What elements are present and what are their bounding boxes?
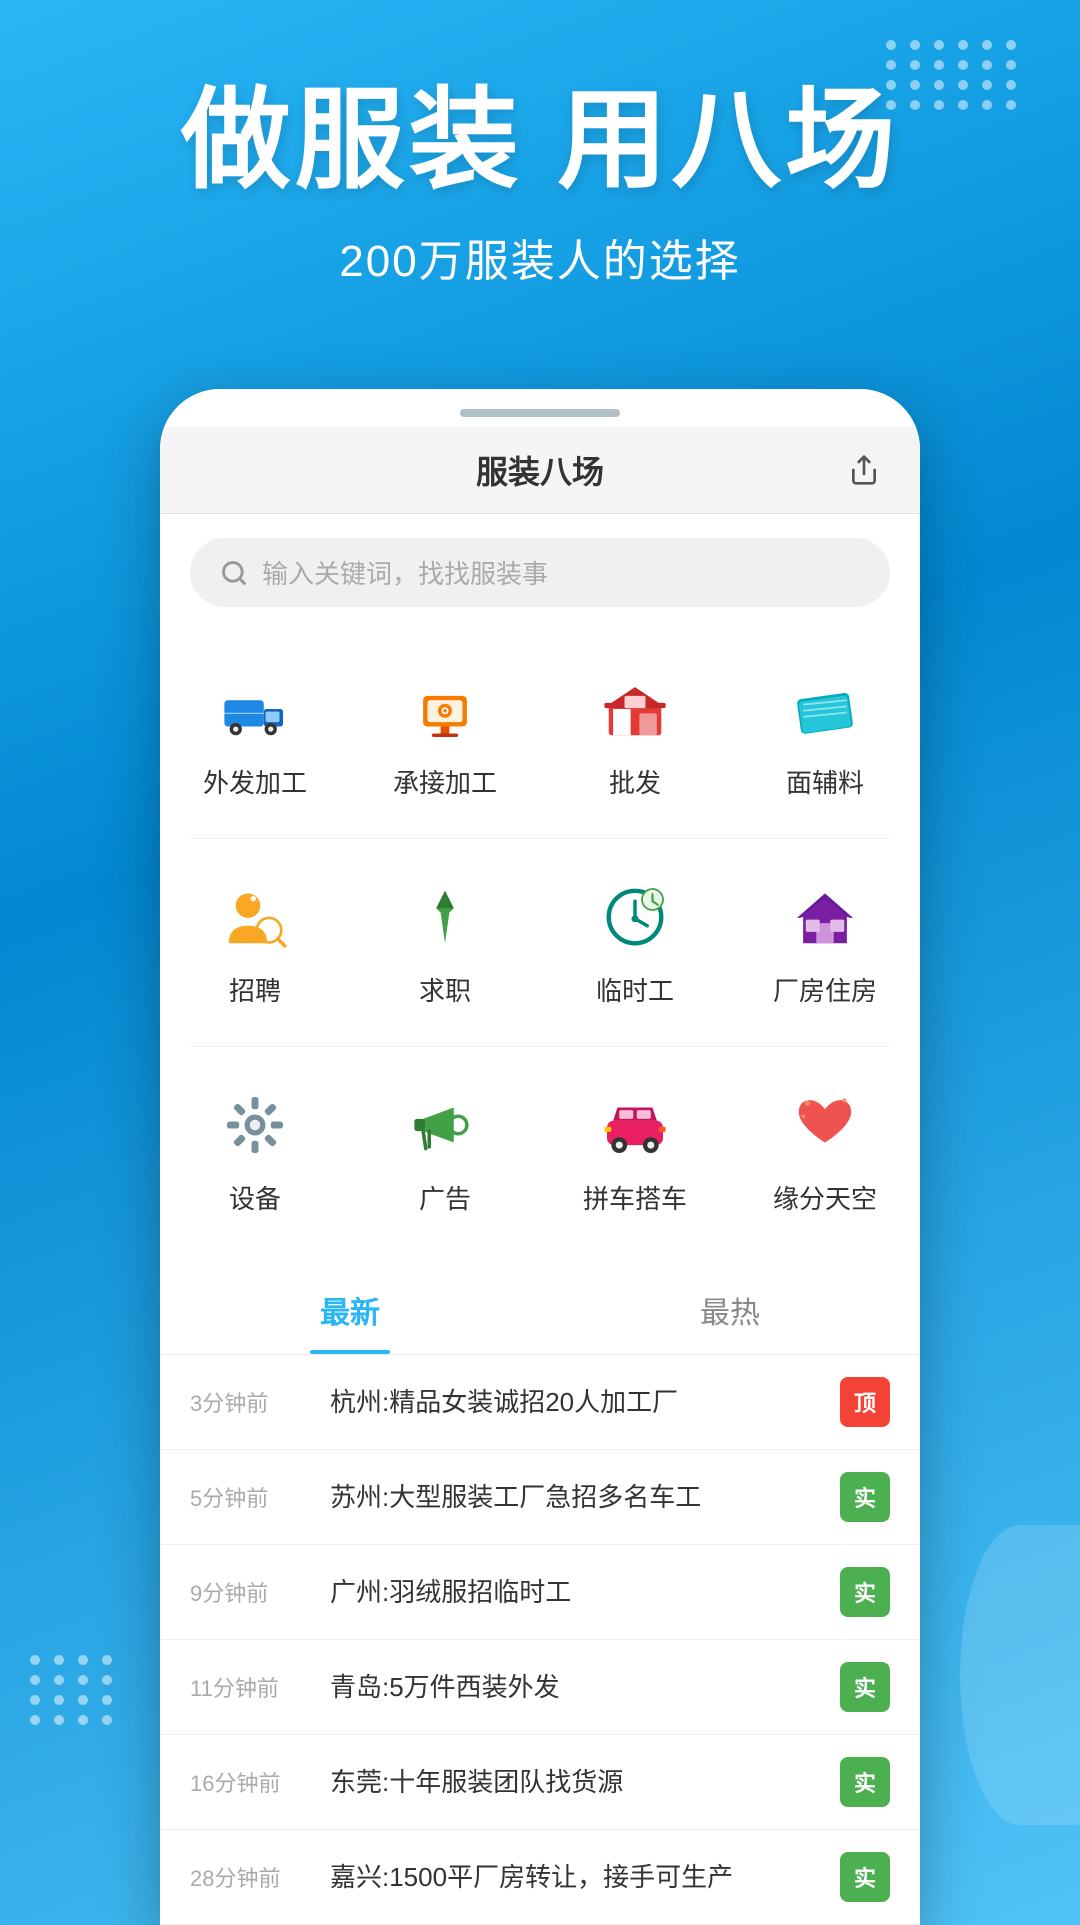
category-waifa[interactable]: 外发加工 — [160, 641, 350, 828]
category-mianfuliao-label: 面辅料 — [786, 763, 864, 800]
sewing-icon — [405, 669, 485, 749]
category-guanggao-label: 广告 — [419, 1179, 471, 1216]
category-linshigong[interactable]: 临时工 — [540, 849, 730, 1036]
news-content: 杭州:精品女装诚招20人加工厂 — [330, 1384, 820, 1420]
car-icon — [595, 1085, 675, 1165]
category-grid-row1: 外发加工 承接加工 — [160, 631, 920, 838]
category-zhaopin-label: 招聘 — [229, 971, 281, 1008]
news-time: 28分钟前 — [190, 1861, 310, 1893]
category-mianfuliao[interactable]: 面辅料 — [730, 641, 920, 828]
category-shebei[interactable]: 设备 — [160, 1057, 350, 1244]
category-linshigong-label: 临时工 — [596, 971, 674, 1008]
news-badge: 实 — [840, 1757, 890, 1807]
app-title: 服装八场 — [476, 447, 604, 493]
news-content: 嘉兴:1500平厂房转让，接手可生产 — [330, 1859, 820, 1895]
category-yuanfen-label: 缘分天空 — [773, 1179, 877, 1216]
news-badge: 顶 — [840, 1377, 890, 1427]
shop-icon — [595, 669, 675, 749]
news-item[interactable]: 28分钟前 嘉兴:1500平厂房转让，接手可生产 实 — [160, 1830, 920, 1925]
tie-icon — [405, 877, 485, 957]
phone-frame: 服装八场 输入关键词，找找服装事 — [160, 389, 920, 1925]
category-qiuzhi[interactable]: 求职 — [350, 849, 540, 1036]
gear-icon — [215, 1085, 295, 1165]
category-chengjie[interactable]: 承接加工 — [350, 641, 540, 828]
house-icon — [785, 877, 865, 957]
tab-latest[interactable]: 最新 — [160, 1260, 540, 1354]
category-zhaopin[interactable]: 招聘 — [160, 849, 350, 1036]
category-pifa-label: 批发 — [609, 763, 661, 800]
news-time: 16分钟前 — [190, 1766, 310, 1798]
dots-decoration-left — [30, 1655, 116, 1725]
news-badge: 实 — [840, 1472, 890, 1522]
news-item[interactable]: 5分钟前 苏州:大型服装工厂急招多名车工 实 — [160, 1450, 920, 1545]
arc-decoration — [960, 1525, 1080, 1825]
news-time: 11分钟前 — [190, 1671, 310, 1703]
phone-mockup: 服装八场 输入关键词，找找服装事 — [0, 389, 1080, 1925]
news-time: 5分钟前 — [190, 1481, 310, 1513]
category-grid-row2: 招聘 求职 — [160, 839, 920, 1046]
megaphone-icon — [405, 1085, 485, 1165]
category-qiuzhi-label: 求职 — [419, 971, 471, 1008]
category-waifa-label: 外发加工 — [203, 763, 307, 800]
recruit-icon — [215, 877, 295, 957]
search-placeholder-text: 输入关键词，找找服装事 — [262, 554, 548, 591]
news-content: 苏州:大型服装工厂急招多名车工 — [330, 1479, 820, 1515]
truck-icon — [215, 669, 295, 749]
news-badge: 实 — [840, 1852, 890, 1902]
category-guanggao[interactable]: 广告 — [350, 1057, 540, 1244]
app-header: 服装八场 — [160, 427, 920, 514]
news-time: 9分钟前 — [190, 1576, 310, 1608]
category-pinche[interactable]: 拼车搭车 — [540, 1057, 730, 1244]
share-icon[interactable] — [848, 454, 880, 486]
tabs-bar: 最新 最热 — [160, 1260, 920, 1355]
category-pifa[interactable]: 批发 — [540, 641, 730, 828]
news-content: 青岛:5万件西装外发 — [330, 1669, 820, 1705]
fabric-icon — [785, 669, 865, 749]
category-chengjie-label: 承接加工 — [393, 763, 497, 800]
category-changfang[interactable]: 厂房住房 — [730, 849, 920, 1036]
news-list: 3分钟前 杭州:精品女装诚招20人加工厂 顶 5分钟前 苏州:大型服装工厂急招多… — [160, 1355, 920, 1925]
category-grid-row3: 设备 广告 — [160, 1047, 920, 1254]
news-item[interactable]: 11分钟前 青岛:5万件西装外发 实 — [160, 1640, 920, 1735]
news-badge: 实 — [840, 1567, 890, 1617]
category-changfang-label: 厂房住房 — [773, 971, 877, 1008]
category-shebei-label: 设备 — [229, 1179, 281, 1216]
notch-bar — [460, 409, 620, 417]
search-icon — [220, 559, 248, 587]
clock-icon — [595, 877, 675, 957]
dots-decoration-right — [886, 40, 1020, 110]
search-bar-wrapper: 输入关键词，找找服装事 — [160, 514, 920, 631]
news-item[interactable]: 3分钟前 杭州:精品女装诚招20人加工厂 顶 — [160, 1355, 920, 1450]
heart-icon — [785, 1085, 865, 1165]
news-item[interactable]: 9分钟前 广州:羽绒服招临时工 实 — [160, 1545, 920, 1640]
search-bar[interactable]: 输入关键词，找找服装事 — [190, 538, 890, 607]
news-item[interactable]: 16分钟前 东莞:十年服装团队找货源 实 — [160, 1735, 920, 1830]
category-pinche-label: 拼车搭车 — [583, 1179, 687, 1216]
hero-title: 做服装 用八场 — [60, 80, 1020, 201]
tab-hot[interactable]: 最热 — [540, 1260, 920, 1354]
news-content: 广州:羽绒服招临时工 — [330, 1574, 820, 1610]
category-yuanfen[interactable]: 缘分天空 — [730, 1057, 920, 1244]
hero-subtitle: 200万服装人的选择 — [60, 225, 1020, 289]
news-content: 东莞:十年服装团队找货源 — [330, 1764, 820, 1800]
news-badge: 实 — [840, 1662, 890, 1712]
news-time: 3分钟前 — [190, 1386, 310, 1418]
phone-notch — [160, 389, 920, 427]
